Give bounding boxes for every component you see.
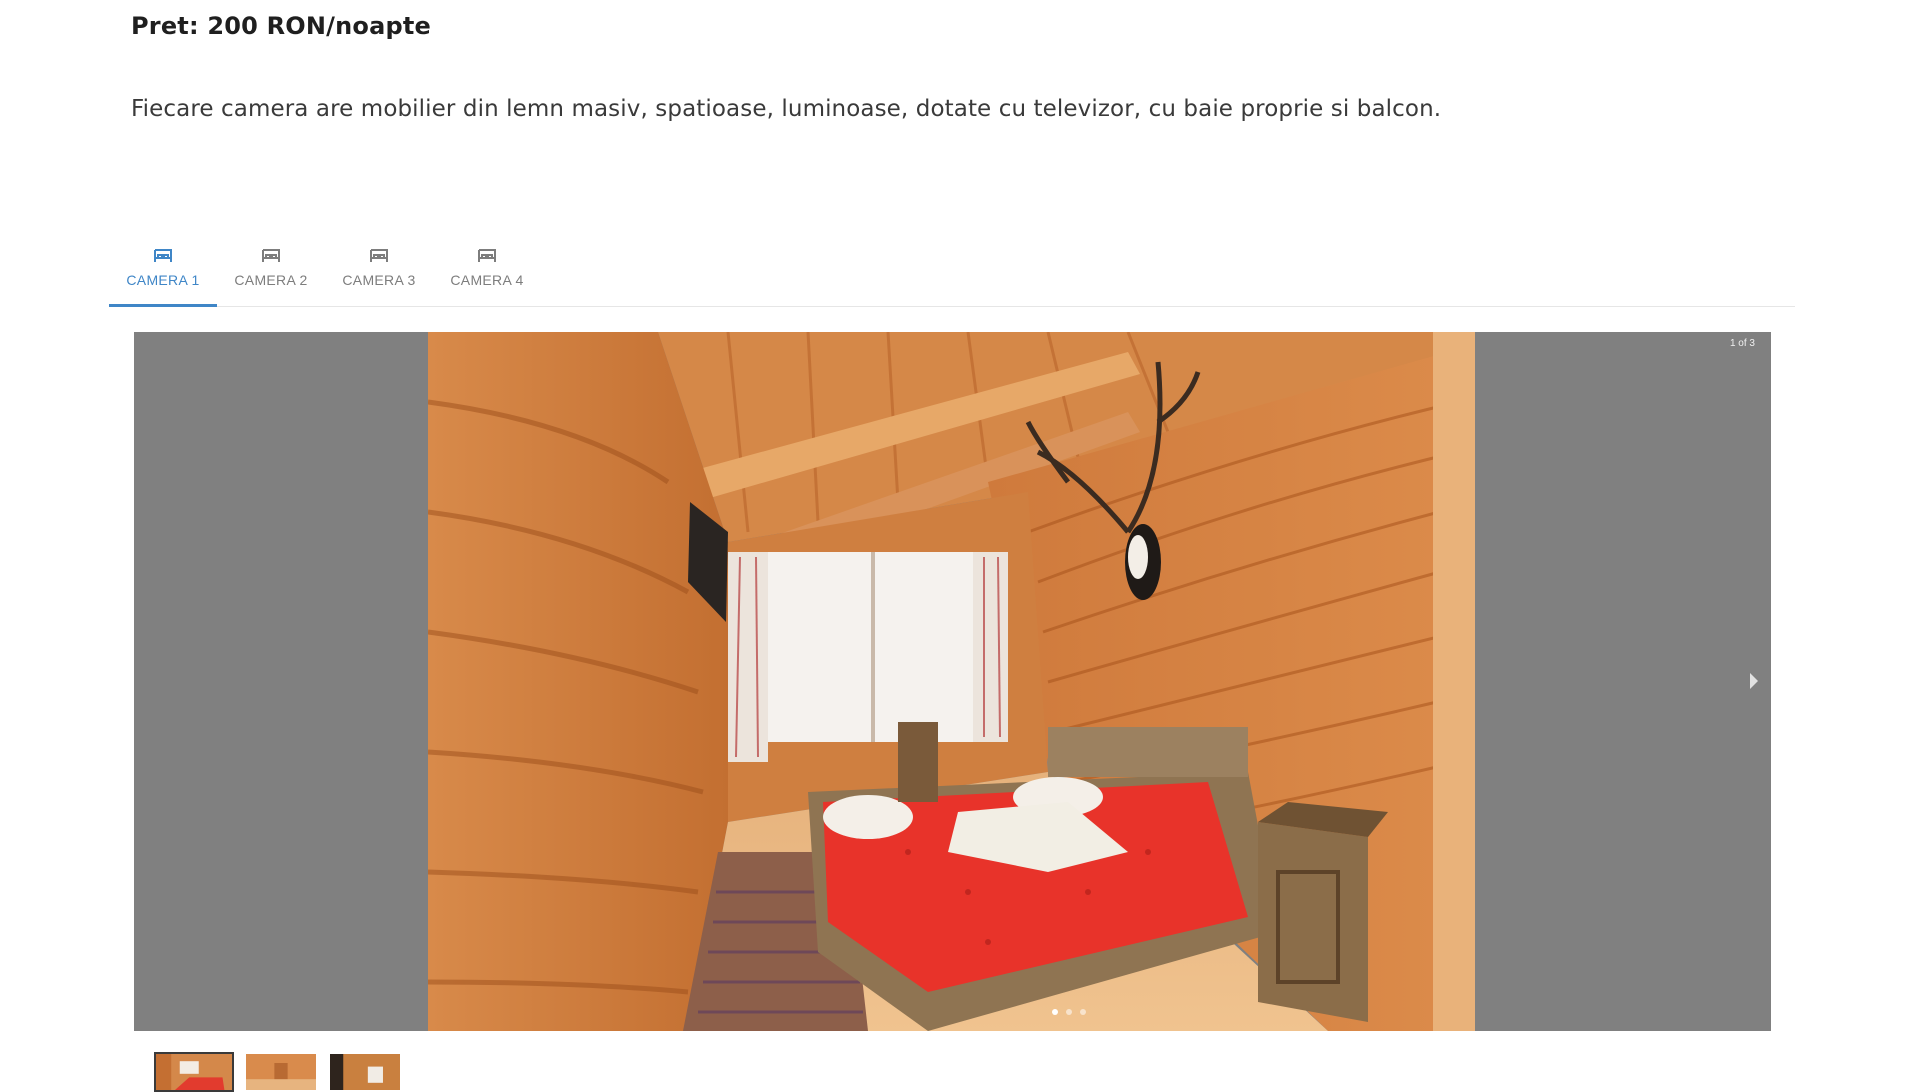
room-price: Pret: 200 RON/noapte — [131, 12, 432, 40]
slide-dot[interactable] — [1052, 1009, 1058, 1015]
chevron-right-icon[interactable] — [1747, 669, 1761, 693]
tab-label: CAMERA 3 — [342, 272, 416, 288]
image-counter: 1 of 3 — [1729, 338, 1755, 349]
thumbnail-2[interactable] — [244, 1052, 318, 1092]
tab-camera-4[interactable]: CAMERA 4 — [433, 234, 541, 306]
bed-icon — [478, 249, 496, 262]
bed-icon — [262, 249, 280, 262]
thumbnail-3[interactable] — [328, 1052, 402, 1092]
slide-indicator-dots — [1052, 1009, 1086, 1015]
thumbnail-1[interactable] — [154, 1052, 234, 1092]
tab-label: CAMERA 4 — [450, 272, 524, 288]
room-tabs: CAMERA 1 CAMERA 2 CAMERA 3 CAMERA 4 — [109, 234, 1795, 307]
thumbnail-strip — [154, 1052, 402, 1092]
tab-camera-2[interactable]: CAMERA 2 — [217, 234, 325, 306]
tab-label: CAMERA 2 — [234, 272, 308, 288]
room-photo — [428, 332, 1475, 1031]
slide-dot[interactable] — [1080, 1009, 1086, 1015]
slide-dot[interactable] — [1066, 1009, 1072, 1015]
tab-camera-1[interactable]: CAMERA 1 — [109, 234, 217, 307]
tab-label: CAMERA 1 — [126, 272, 200, 288]
image-gallery-viewer[interactable]: 1 of 3 — [134, 332, 1771, 1031]
room-description: Fiecare camera are mobilier din lemn mas… — [131, 96, 1442, 122]
bed-icon — [154, 249, 172, 262]
bed-icon — [370, 249, 388, 262]
tab-camera-3[interactable]: CAMERA 3 — [325, 234, 433, 306]
